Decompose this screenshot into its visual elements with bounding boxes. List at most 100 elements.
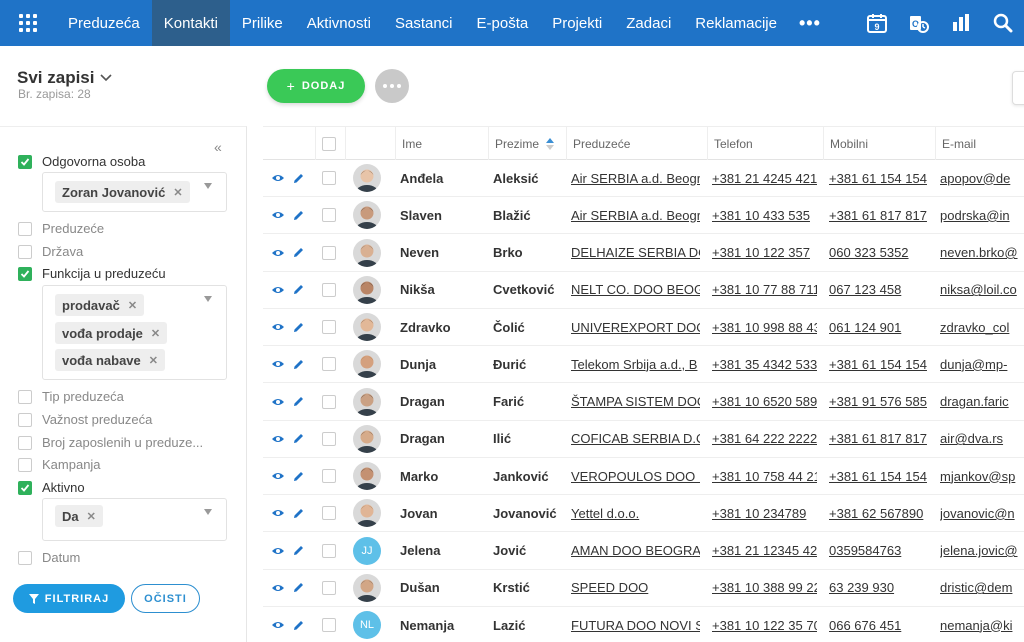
sort-icon[interactable] <box>545 137 555 150</box>
mobile-link[interactable]: 066 676 451 <box>829 618 901 633</box>
row-checkbox[interactable] <box>322 543 336 558</box>
row-checkbox[interactable] <box>322 171 336 185</box>
checkbox[interactable] <box>18 244 32 259</box>
mobile-link[interactable]: +381 62 567890 <box>829 506 923 521</box>
company-link[interactable]: Yettel d.o.o. <box>571 506 639 521</box>
mobile-link[interactable]: +381 61 154 154 <box>829 357 927 372</box>
row-checkbox[interactable] <box>322 394 336 409</box>
table-row[interactable]: Dušan Krstić SPEED DOO +381 10 388 99 22 63 … <box>263 570 1024 607</box>
email-link[interactable]: nemanja@ki <box>940 618 1012 633</box>
column-header-email[interactable]: E-mail <box>935 127 1024 160</box>
nav-item[interactable]: Preduzeća <box>56 0 152 46</box>
nav-item[interactable]: Zadaci <box>614 0 683 46</box>
filter-button[interactable]: FILTRIRAJ <box>13 584 125 613</box>
table-row[interactable]: JJ Jelena Jović AMAN DOO BEOGRA +381 21 1234… <box>263 533 1024 570</box>
eye-icon[interactable] <box>271 210 285 220</box>
calendar-icon[interactable]: 9 <box>856 0 898 46</box>
email-link[interactable]: dristic@dem <box>940 580 1012 595</box>
row-checkbox[interactable] <box>322 469 336 483</box>
phone-link[interactable]: +381 10 388 99 22 <box>712 580 817 595</box>
mobile-link[interactable]: +381 61 154 154 <box>829 171 927 186</box>
company-link[interactable]: Telekom Srbija a.d., B <box>571 357 697 372</box>
eye-icon[interactable] <box>271 397 285 407</box>
checkbox[interactable] <box>18 435 32 450</box>
app-grid-icon[interactable] <box>0 0 56 46</box>
pencil-icon[interactable] <box>293 620 304 631</box>
nav-more-icon[interactable]: ••• <box>789 13 831 34</box>
chart-icon[interactable] <box>940 0 982 46</box>
pencil-icon[interactable] <box>293 210 304 221</box>
checkbox-checked[interactable] <box>18 154 32 169</box>
mobile-link[interactable]: 060 323 5352 <box>829 245 909 260</box>
filter-option[interactable]: Tip preduzeća <box>18 389 124 404</box>
phone-link[interactable]: +381 21 4245 421 <box>712 171 817 186</box>
search-icon[interactable] <box>982 0 1024 46</box>
table-row[interactable]: Dragan Ilić COFICAB SERBIA D.O +381 64 222 … <box>263 421 1024 458</box>
mobile-link[interactable]: 63 239 930 <box>829 580 894 595</box>
company-link[interactable]: VEROPOULOS DOO I <box>571 469 700 484</box>
mobile-link[interactable]: 067 123 458 <box>829 282 901 297</box>
email-link[interactable]: podrska@in <box>940 208 1010 223</box>
eye-icon[interactable] <box>271 173 285 183</box>
table-row[interactable]: Dragan Farić ŠTAMPA SISTEM DOO +381 10 6520… <box>263 384 1024 421</box>
company-link[interactable]: Air SERBIA a.d. Beogr <box>571 171 700 186</box>
table-row[interactable]: Anđela Aleksić Air SERBIA a.d. Beogr +381 2… <box>263 160 1024 197</box>
mobile-link[interactable]: 061 124 901 <box>829 320 901 335</box>
table-row[interactable]: Zdravko Čolić UNIVEREXPORT DOO +381 10 998 … <box>263 309 1024 346</box>
eye-icon[interactable] <box>271 583 285 593</box>
company-link[interactable]: FUTURA DOO NOVI S <box>571 618 700 633</box>
pencil-icon[interactable] <box>293 173 304 184</box>
filter-option[interactable]: Funkcija u preduzeću <box>18 266 166 281</box>
phone-link[interactable]: +381 10 77 88 711 <box>712 282 817 297</box>
eye-icon[interactable] <box>271 322 285 332</box>
nav-item[interactable]: E-pošta <box>465 0 541 46</box>
filter-option[interactable]: Odgovorna osoba <box>18 154 145 169</box>
email-link[interactable]: air@dva.rs <box>940 431 1003 446</box>
mobile-link[interactable]: +381 91 576 585 <box>829 394 927 409</box>
company-link[interactable]: UNIVEREXPORT DOO <box>571 320 700 335</box>
email-link[interactable]: dunja@mp- <box>940 357 1007 372</box>
phone-link[interactable]: +381 10 6520 589 <box>712 394 817 409</box>
collapse-icon[interactable]: « <box>214 139 222 155</box>
row-checkbox[interactable] <box>322 282 336 297</box>
clear-button[interactable]: OČISTI <box>131 584 200 613</box>
pencil-icon[interactable] <box>293 508 304 519</box>
filter-option[interactable]: Važnost preduzeća <box>18 412 152 427</box>
company-link[interactable]: ŠTAMPA SISTEM DOO <box>571 394 700 409</box>
email-link[interactable]: niksa@loil.co <box>940 282 1017 297</box>
company-link[interactable]: AMAN DOO BEOGRA <box>571 543 700 558</box>
filter-option[interactable]: Aktivno <box>18 480 85 495</box>
nav-item[interactable]: Aktivnosti <box>295 0 383 46</box>
column-header-preduzece[interactable]: Preduzeće <box>566 127 707 160</box>
eye-icon[interactable] <box>271 248 285 258</box>
filter-option[interactable]: Datum <box>18 550 80 565</box>
row-checkbox[interactable] <box>322 320 336 334</box>
row-checkbox[interactable] <box>322 357 336 372</box>
row-checkbox[interactable] <box>322 431 336 446</box>
pencil-icon[interactable] <box>293 359 304 370</box>
email-link[interactable]: apopov@de <box>940 171 1010 186</box>
email-link[interactable]: zdravko_col <box>940 320 1009 335</box>
mobile-link[interactable]: +381 61 817 817 <box>829 431 927 446</box>
mobile-link[interactable]: +381 61 817 817 <box>829 208 927 223</box>
filter-option[interactable]: Preduzeće <box>18 221 104 236</box>
add-button[interactable]: + DODAJ <box>267 69 365 103</box>
checkbox[interactable] <box>18 389 32 404</box>
nav-item[interactable]: Reklamacije <box>683 0 789 46</box>
nav-item[interactable]: Kontakti <box>151 0 230 46</box>
nav-item[interactable]: Prilike <box>230 0 295 46</box>
remove-tag-icon[interactable]: ✕ <box>149 354 158 367</box>
checkbox[interactable] <box>18 221 32 236</box>
eye-icon[interactable] <box>271 359 285 369</box>
caret-down-icon[interactable] <box>204 509 212 515</box>
column-header-telefon[interactable]: Telefon <box>707 127 823 160</box>
company-link[interactable]: NELT CO. DOO BEOG <box>571 282 700 297</box>
filter-option[interactable]: Kampanja <box>18 457 101 472</box>
checkbox-checked[interactable] <box>18 266 32 281</box>
eye-icon[interactable] <box>271 471 285 481</box>
pencil-icon[interactable] <box>293 322 304 333</box>
remove-tag-icon[interactable]: ✕ <box>173 186 182 199</box>
pencil-icon[interactable] <box>293 396 304 407</box>
row-checkbox[interactable] <box>322 580 336 595</box>
pencil-icon[interactable] <box>293 582 304 593</box>
